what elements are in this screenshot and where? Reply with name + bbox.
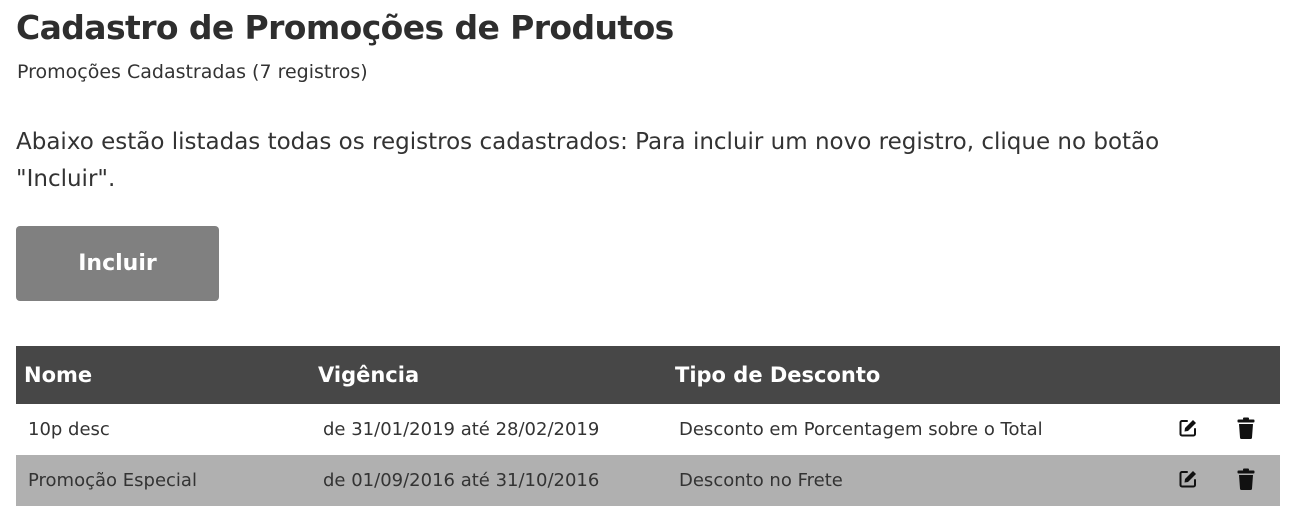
column-header-discount-type: Tipo de Desconto <box>675 363 881 387</box>
page-title: Cadastro de Promoções de Produtos <box>16 8 674 47</box>
column-header-validity: Vigência <box>318 363 420 387</box>
table-header-row: Nome Vigência Tipo de Desconto <box>16 346 1280 404</box>
column-header-delete <box>1224 346 1280 404</box>
edit-icon[interactable] <box>1176 467 1200 491</box>
cell-edit <box>1162 404 1224 455</box>
table-row: Promoção Especial de 01/09/2016 até 31/1… <box>16 455 1280 506</box>
trash-icon[interactable] <box>1234 467 1258 491</box>
cell-edit <box>1162 455 1224 506</box>
cell-discount-type: Desconto em Porcentagem sobre o Total <box>679 419 1043 440</box>
cell-delete <box>1224 455 1280 506</box>
cell-discount-type: Desconto no Frete <box>679 470 843 491</box>
cell-name: 10p desc <box>28 419 110 440</box>
table-row: 10p desc de 31/01/2019 até 28/02/2019 De… <box>16 404 1280 455</box>
column-header-name: Nome <box>24 363 93 387</box>
records-count-subtitle: Promoções Cadastradas (7 registros) <box>17 61 368 83</box>
promotions-table: Nome Vigência Tipo de Desconto 10p desc … <box>16 346 1280 506</box>
cell-name: Promoção Especial <box>28 470 197 491</box>
page-description: Abaixo estão listadas todas os registros… <box>16 129 1160 192</box>
cell-validity: de 01/09/2016 até 31/10/2016 <box>323 470 600 491</box>
cell-delete <box>1224 404 1280 455</box>
cell-validity: de 31/01/2019 até 28/02/2019 <box>323 419 600 440</box>
trash-icon[interactable] <box>1234 416 1258 440</box>
edit-icon[interactable] <box>1176 416 1200 440</box>
column-header-edit <box>1162 346 1224 404</box>
include-button[interactable]: Incluir <box>16 226 219 301</box>
